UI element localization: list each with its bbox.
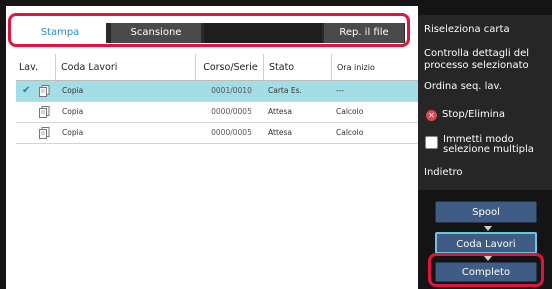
table-row[interactable]: ✔ Copia 0001/0010 Carta Es. --- bbox=[16, 81, 418, 101]
column-header-coda-lavori: Coda Lavori bbox=[58, 54, 196, 80]
row-ora-inizio: Calcolo bbox=[336, 107, 364, 116]
row-ora-inizio: --- bbox=[336, 86, 345, 95]
copy-doc-icon bbox=[39, 127, 50, 139]
row-job-name: Copia bbox=[62, 107, 84, 116]
job-action-menu: Riseleziona carta Controlla dettagli del… bbox=[418, 15, 552, 190]
row-job-name: Copia bbox=[62, 128, 84, 137]
menu-item-stop-elimina[interactable]: ✕ Stop/Elimina bbox=[426, 109, 552, 121]
row-stato: Attesa bbox=[268, 107, 292, 116]
spool-button[interactable]: Spool bbox=[435, 201, 537, 223]
copy-doc-icon bbox=[39, 85, 50, 97]
screen: Stampa Scansione Rep. il file Lav. Coda … bbox=[0, 0, 552, 289]
menu-item-riseleziona-carta[interactable]: Riseleziona carta bbox=[424, 24, 550, 36]
menu-item-controlla-dettagli[interactable]: Controlla dettagli del processo selezion… bbox=[424, 48, 550, 72]
row-corso-serie: 0000/0005 bbox=[211, 107, 252, 116]
menu-item-ordina-seq[interactable]: Ordina seq. lav. bbox=[424, 81, 550, 93]
row-corso-serie: 0000/0005 bbox=[211, 128, 252, 137]
row-stato: Carta Es. bbox=[268, 86, 302, 95]
arrow-down-icon bbox=[484, 226, 492, 231]
menu-item-indietro[interactable]: Indietro bbox=[424, 167, 550, 179]
column-header-lav: Lav. bbox=[16, 54, 56, 80]
column-header-corso-serie: Corso/Serie bbox=[198, 54, 264, 80]
menu-item-immetti-label: Immetti modo selezione multipla bbox=[443, 134, 534, 155]
table-row[interactable]: Copia 0000/0005 Attesa Calcolo bbox=[16, 102, 418, 122]
row-ora-inizio: Calcolo bbox=[336, 128, 364, 137]
checkmark-icon: ✔ bbox=[22, 85, 31, 96]
row-divider bbox=[16, 143, 418, 144]
menu-item-immetti-modo[interactable]: Immetti modo selezione multipla bbox=[425, 135, 551, 155]
stop-icon: ✕ bbox=[426, 109, 437, 121]
menu-item-stop-label: Stop/Elimina bbox=[442, 109, 505, 120]
table-header: Lav. Coda Lavori Corso/Serie Stato Ora i… bbox=[16, 54, 418, 80]
column-header-ora-inizio: Ora inizio bbox=[337, 62, 375, 72]
row-job-name: Copia bbox=[62, 86, 84, 95]
row-corso-serie: 0001/0010 bbox=[211, 86, 252, 95]
tabs-highlight-frame bbox=[8, 13, 410, 47]
table-row[interactable]: Copia 0000/0005 Attesa Calcolo bbox=[16, 123, 418, 143]
copy-doc-icon bbox=[39, 106, 50, 118]
coda-lavori-button[interactable]: Coda Lavori bbox=[435, 232, 537, 254]
row-stato: Attesa bbox=[268, 128, 292, 137]
completo-highlight-frame bbox=[428, 253, 544, 287]
job-status-panel bbox=[6, 6, 418, 289]
checkbox-icon[interactable] bbox=[425, 136, 438, 149]
column-header-stato: Stato bbox=[266, 54, 332, 80]
